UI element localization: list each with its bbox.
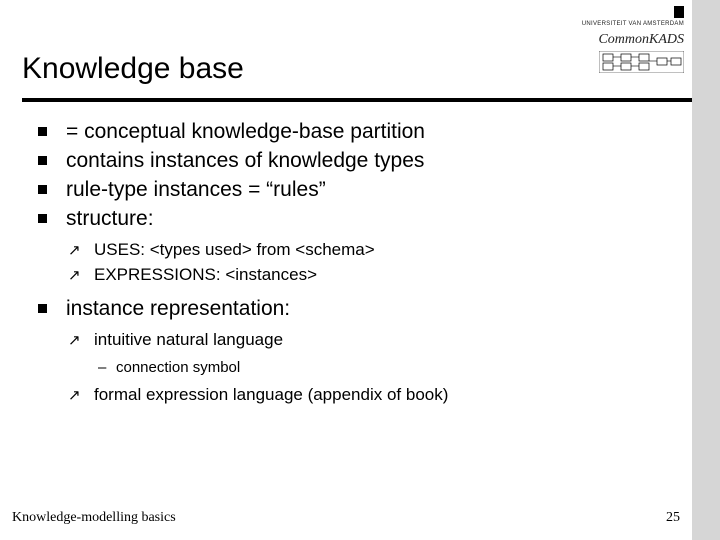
footer-left: Knowledge-modelling basics bbox=[12, 510, 176, 526]
bullet-text: rule-type instances = “rules” bbox=[66, 178, 326, 201]
slide-content: = conceptual knowledge-base partition co… bbox=[38, 118, 678, 408]
footer-page-number: 25 bbox=[666, 510, 680, 526]
square-bullet-icon bbox=[38, 214, 47, 223]
square-bullet-icon bbox=[38, 127, 47, 136]
bullet-item: contains instances of knowledge types bbox=[38, 147, 678, 176]
title-divider bbox=[22, 98, 692, 102]
sub-bullet-text: EXPRESSIONS: <instances> bbox=[94, 265, 317, 284]
sub-bullet-item: ↗ intuitive natural language bbox=[38, 328, 678, 353]
subsub-bullet-item: – connection symbol bbox=[38, 357, 678, 380]
dash-bullet-icon: – bbox=[98, 357, 106, 380]
sub-bullet-text: formal expression language (appendix of … bbox=[94, 385, 448, 404]
arrow-bullet-icon: ↗ bbox=[68, 385, 81, 407]
sub-bullet-text: USES: <types used> from <schema> bbox=[94, 240, 375, 259]
commonkads-logo-text: CommonKADS bbox=[582, 32, 684, 49]
arrow-bullet-icon: ↗ bbox=[68, 330, 81, 352]
bullet-text: = conceptual knowledge-base partition bbox=[66, 120, 425, 143]
sub-bullet-item: ↗ USES: <types used> from <schema> bbox=[38, 238, 678, 263]
slide-title: Knowledge base bbox=[22, 52, 244, 86]
square-bullet-icon bbox=[38, 304, 47, 313]
bullet-text: instance representation: bbox=[66, 297, 290, 320]
uva-crest-icon bbox=[674, 6, 684, 18]
bullet-item: rule-type instances = “rules” bbox=[38, 176, 678, 205]
sub-bullet-text: intuitive natural language bbox=[94, 330, 283, 349]
bullet-text: structure: bbox=[66, 207, 154, 230]
right-sidebar bbox=[692, 0, 720, 540]
uva-text: UNIVERSITEIT VAN AMSTERDAM bbox=[582, 21, 684, 27]
uva-logo: UNIVERSITEIT VAN AMSTERDAM bbox=[582, 6, 684, 28]
bullet-item: instance representation: bbox=[38, 295, 678, 324]
square-bullet-icon bbox=[38, 156, 47, 165]
square-bullet-icon bbox=[38, 185, 47, 194]
subsub-bullet-text: connection symbol bbox=[116, 359, 240, 376]
bullet-item: = conceptual knowledge-base partition bbox=[38, 118, 678, 147]
bullet-text: contains instances of knowledge types bbox=[66, 149, 424, 172]
arrow-bullet-icon: ↗ bbox=[68, 265, 81, 287]
sub-bullet-item: ↗ formal expression language (appendix o… bbox=[38, 383, 678, 408]
arrow-bullet-icon: ↗ bbox=[68, 240, 81, 262]
sub-bullet-item: ↗ EXPRESSIONS: <instances> bbox=[38, 263, 678, 288]
commonkads-diagram-icon bbox=[599, 51, 684, 73]
header-logos: UNIVERSITEIT VAN AMSTERDAM CommonKADS bbox=[582, 6, 684, 76]
bullet-item: structure: bbox=[38, 205, 678, 234]
